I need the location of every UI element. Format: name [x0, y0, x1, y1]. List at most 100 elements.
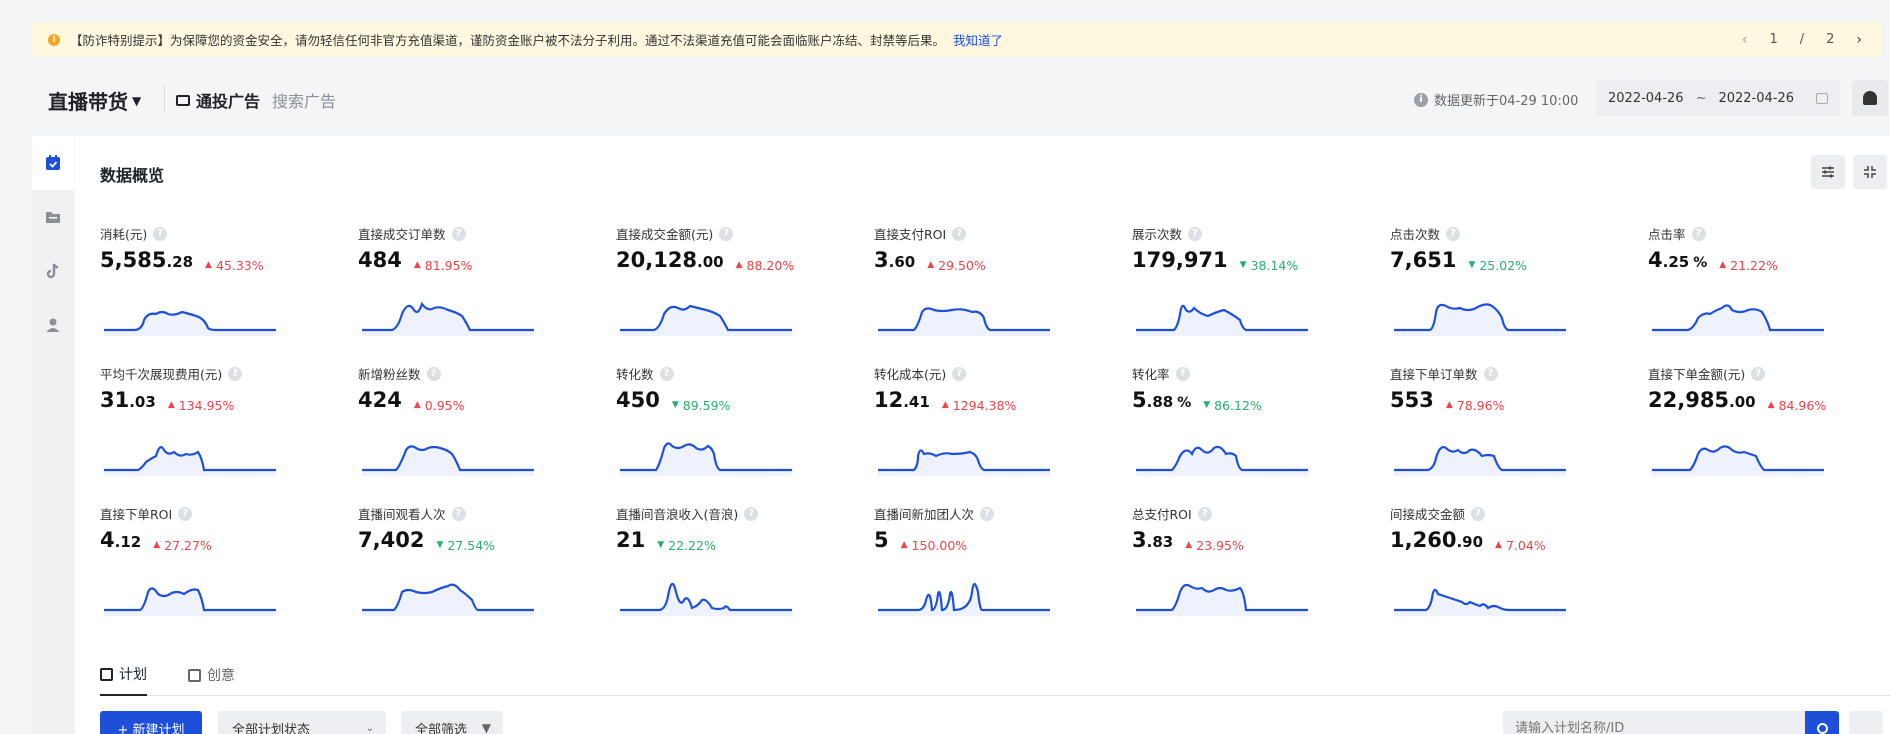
metric-card[interactable]: 转化数 ? 450 ▼ 89.59%	[616, 364, 866, 504]
page-current: 1	[1769, 32, 1778, 47]
metric-card[interactable]: 新增粉丝数 ? 424 ▲ 0.95%	[358, 364, 608, 504]
metric-card[interactable]: 消耗(元) ? 5,585 .28 ▲ 45.33%	[100, 224, 350, 364]
help-icon[interactable]: ?	[719, 226, 734, 241]
metric-sparkline	[362, 583, 534, 616]
help-icon[interactable]: ?	[1751, 366, 1766, 381]
chevron-left-icon[interactable]: ‹	[1742, 32, 1748, 48]
help-icon[interactable]: ?	[451, 506, 466, 521]
help-icon[interactable]: ?	[1471, 506, 1486, 521]
metric-card[interactable]: 点击率 ? 4 .25% ▲ 21.22%	[1648, 224, 1890, 364]
customize-metrics-button[interactable]	[1811, 155, 1845, 189]
metric-change-value: 1294.38%	[952, 397, 1017, 413]
sidebar-item-user[interactable]	[32, 298, 74, 352]
metric-card[interactable]: 间接成交金额 ? 1,260 .90 ▲ 7.04%	[1390, 504, 1640, 644]
help-icon[interactable]: ?	[659, 366, 674, 381]
help-icon[interactable]: ?	[1691, 226, 1706, 241]
metric-value-row: 424 ▲ 0.95%	[358, 388, 464, 413]
metric-value-row: 7,651 ▼ 25.02%	[1390, 248, 1527, 273]
metric-decimal: .00	[697, 253, 724, 271]
column-settings-button[interactable]	[1849, 711, 1883, 734]
filter-button[interactable]: 全部筛选 ▼	[401, 711, 503, 734]
help-icon[interactable]: ?	[744, 506, 759, 521]
metric-label-row: 总支付ROI ?	[1132, 504, 1212, 523]
metric-change: ▼ 22.22%	[657, 538, 716, 553]
metric-sparkline	[1136, 445, 1308, 476]
metric-change-value: 29.50%	[938, 257, 986, 273]
sidebar-item-douyin[interactable]	[32, 244, 74, 298]
plan-status-select[interactable]: 全部计划状态 ⌄	[218, 711, 386, 734]
metric-label-row: 直接成交金额(元) ?	[616, 224, 734, 243]
help-icon[interactable]: ?	[1483, 366, 1498, 381]
plan-search-input[interactable]	[1503, 711, 1805, 734]
arrow-up-icon: ▲	[927, 260, 935, 270]
metric-card[interactable]: 直接下单订单数 ? 553 ▲ 78.96%	[1390, 364, 1640, 504]
search-icon	[1816, 722, 1828, 734]
metric-card[interactable]: 平均千次展现费用(元) ? 31 .03 ▲ 134.95%	[100, 364, 350, 504]
metric-label: 点击次数	[1390, 227, 1441, 242]
help-icon[interactable]: ?	[178, 506, 193, 521]
metric-card[interactable]: 展示次数 ? 179,971 ▼ 38.14%	[1132, 224, 1382, 364]
arrow-up-icon: ▲	[1445, 400, 1453, 410]
help-icon[interactable]: ?	[952, 226, 967, 241]
metric-value: 1,260	[1390, 528, 1457, 552]
arrow-up-icon: ▲	[413, 400, 421, 410]
metric-label: 直播间新加团人次	[874, 507, 975, 522]
date-end[interactable]: 2022-04-26	[1718, 91, 1794, 106]
metric-change: ▲ 1294.38%	[942, 398, 1017, 413]
tab-search-ads[interactable]: 搜索广告	[272, 88, 336, 112]
sidebar-item-overview[interactable]	[32, 136, 74, 190]
collapse-button[interactable]	[1853, 155, 1887, 189]
metric-value-row: 1,260 .90 ▲ 7.04%	[1390, 528, 1546, 553]
help-icon[interactable]: ?	[153, 226, 168, 241]
help-icon[interactable]: ?	[1175, 366, 1190, 381]
date-range-picker[interactable]: 2022-04-26 ~ 2022-04-26	[1596, 80, 1840, 116]
arrow-up-icon: ▲	[153, 540, 161, 550]
sparkline-area	[1652, 305, 1824, 336]
metric-label-row: 直播间观看人次 ?	[358, 504, 466, 523]
metric-change-value: 27.27%	[164, 537, 212, 553]
metric-change: ▲ 88.20%	[736, 258, 795, 273]
metric-card[interactable]: 总支付ROI ? 3 .83 ▲ 23.95%	[1132, 504, 1382, 644]
metric-label: 转化率	[1132, 367, 1170, 382]
alarm-button[interactable]	[1852, 80, 1888, 116]
search-button[interactable]	[1805, 711, 1839, 734]
metric-card[interactable]: 点击次数 ? 7,651 ▼ 25.02%	[1390, 224, 1640, 364]
metric-card[interactable]: 直播间观看人次 ? 7,402 ▼ 27.54%	[358, 504, 608, 644]
metric-value: 31	[100, 388, 130, 412]
notice-pager: ‹ 1 / 2 ›	[1742, 32, 1862, 48]
sparkline-area	[1136, 584, 1308, 616]
metric-sparkline	[1394, 303, 1566, 336]
new-plan-button[interactable]: + 新建计划	[100, 711, 202, 734]
metric-card[interactable]: 转化率 ? 5 .88% ▼ 86.12%	[1132, 364, 1382, 504]
help-icon[interactable]: ?	[1197, 506, 1212, 521]
help-icon[interactable]: ?	[1446, 226, 1461, 241]
tab-creative[interactable]: 创意	[188, 654, 235, 696]
metric-value-row: 553 ▲ 78.96%	[1390, 388, 1504, 413]
help-icon[interactable]: ?	[451, 226, 466, 241]
tab-creative-label: 创意	[207, 668, 235, 684]
help-icon[interactable]: ?	[426, 366, 441, 381]
sidebar-item-folder[interactable]	[32, 190, 74, 244]
tab-general-ads[interactable]: 通投广告	[176, 88, 260, 112]
update-time: 数据更新于04-29 10:00	[1434, 94, 1579, 109]
notice-dismiss-link[interactable]: 我知道了	[953, 30, 1003, 49]
help-icon[interactable]: ?	[1188, 226, 1203, 241]
plan-icon	[100, 667, 113, 681]
metric-card[interactable]: 转化成本(元) ? 12 .41 ▲ 1294.38%	[874, 364, 1124, 504]
help-icon[interactable]: ?	[952, 366, 967, 381]
page-title-dropdown[interactable]: 直播带货 ▼	[48, 86, 141, 115]
metric-sparkline	[104, 445, 276, 476]
help-icon[interactable]: ?	[980, 506, 995, 521]
date-start[interactable]: 2022-04-26	[1608, 91, 1684, 106]
metric-card[interactable]: 直接下单ROI ? 4 .12 ▲ 27.27%	[100, 504, 350, 644]
metric-card[interactable]: 直接下单金额(元) ? 22,985 .00 ▲ 84.96%	[1648, 364, 1890, 504]
metric-card[interactable]: 直接成交订单数 ? 484 ▲ 81.95%	[358, 224, 608, 364]
chevron-right-icon[interactable]: ›	[1856, 32, 1862, 48]
help-icon[interactable]: ?	[228, 366, 243, 381]
metric-card[interactable]: 直接支付ROI ? 3 .60 ▲ 29.50%	[874, 224, 1124, 364]
arrow-down-icon: ▼	[1203, 400, 1211, 410]
metric-card[interactable]: 直接成交金额(元) ? 20,128 .00 ▲ 88.20%	[616, 224, 866, 364]
metric-card[interactable]: 直播间音浪收入(音浪) ? 21 ▼ 22.22%	[616, 504, 866, 644]
tab-plan[interactable]: 计划	[100, 654, 147, 696]
metric-card[interactable]: 直播间新加团人次 ? 5 ▲ 150.00%	[874, 504, 1124, 644]
